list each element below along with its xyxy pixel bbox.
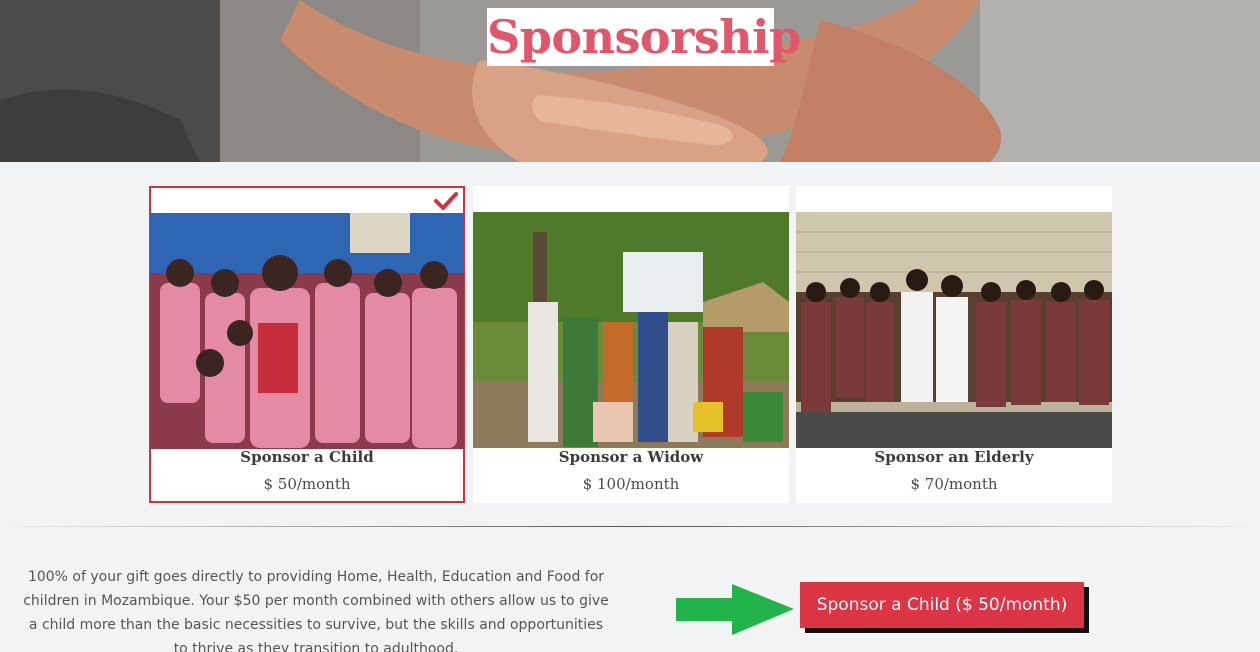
card-price: $ 100/month bbox=[582, 475, 680, 493]
page-title: Sponsorship bbox=[487, 8, 801, 66]
sponsor-elderly-card[interactable]: Sponsor an Elderly $ 70/month bbox=[796, 186, 1112, 503]
check-icon bbox=[434, 192, 458, 210]
sponsorship-description: 100% of your gift goes directly to provi… bbox=[23, 569, 609, 652]
sponsor-cta-button[interactable]: Sponsor a Child ($ 50/month) bbox=[800, 582, 1084, 628]
elderly-photo bbox=[796, 212, 1112, 448]
card-price: $ 70/month bbox=[910, 475, 998, 493]
hero-banner: Sponsorship bbox=[0, 0, 1260, 162]
card-title: Sponsor a Widow bbox=[558, 448, 704, 466]
card-title: Sponsor an Elderly bbox=[874, 448, 1034, 466]
section-divider bbox=[10, 526, 1250, 527]
children-photo bbox=[150, 213, 464, 449]
widows-photo bbox=[473, 212, 789, 448]
sponsor-child-card[interactable]: Sponsor a Child $ 50/month bbox=[149, 186, 465, 503]
sponsor-widow-card[interactable]: Sponsor a Widow $ 100/month bbox=[473, 186, 789, 503]
green-arrow-icon bbox=[676, 584, 794, 635]
card-title: Sponsor a Child bbox=[240, 448, 374, 466]
card-price: $ 50/month bbox=[263, 475, 351, 493]
